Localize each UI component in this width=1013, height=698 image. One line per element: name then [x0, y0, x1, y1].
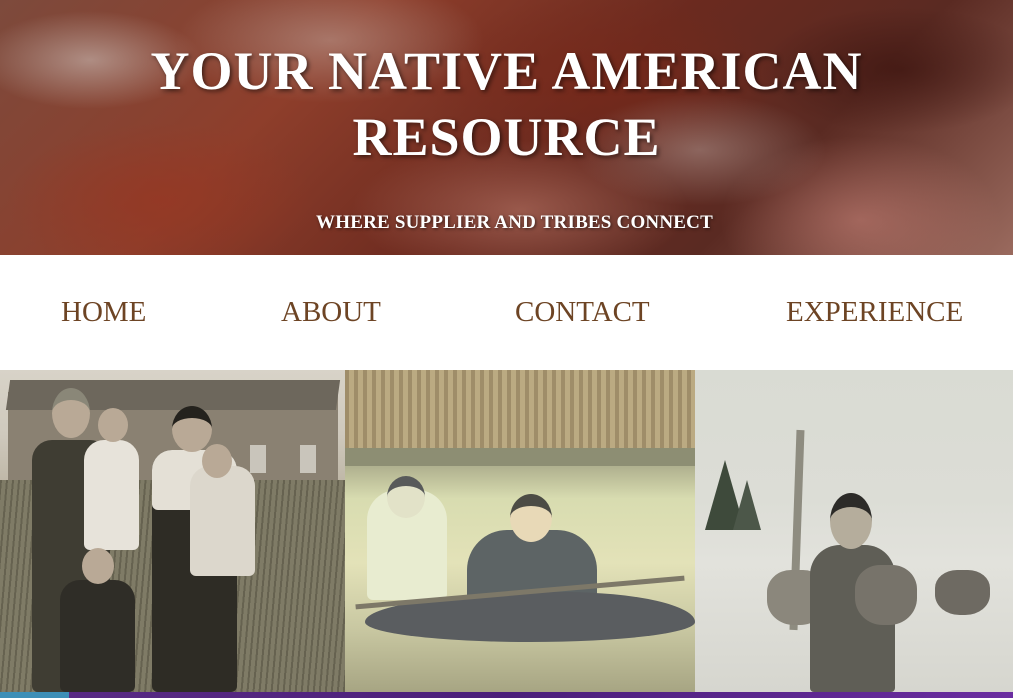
site-title-line-2: RESOURCE: [352, 107, 661, 167]
hero-banner: YOUR NATIVE AMERICAN RESOURCE WHERE SUPP…: [0, 0, 1013, 255]
husky-dog: [935, 570, 990, 615]
chat-widget-tab[interactable]: [0, 692, 69, 698]
baby-head: [98, 408, 128, 442]
photo-gallery: [0, 370, 1013, 692]
house-window: [250, 445, 266, 473]
infant-figure: [190, 466, 255, 576]
footer-bar: [0, 692, 1013, 698]
treeline: [345, 370, 695, 450]
baby-figure: [84, 440, 139, 550]
man-head: [830, 493, 872, 549]
family-photo: [0, 370, 345, 692]
mother-head: [172, 406, 212, 452]
child-figure: [60, 580, 135, 692]
father-head: [52, 388, 90, 438]
nav-link-experience[interactable]: EXPERIENCE: [786, 295, 963, 329]
woman-head: [510, 494, 552, 542]
site-tagline: WHERE SUPPLIER AND TRIBES CONNECT: [316, 212, 713, 233]
child-head: [82, 548, 114, 584]
site-title-line-1: YOUR NATIVE AMERICAN: [150, 41, 863, 101]
main-navigation: HOME ABOUT CONTACT EXPERIENCE: [0, 255, 1013, 370]
paddler-head: [387, 476, 425, 518]
kayak-photo: [345, 370, 695, 692]
nav-link-contact[interactable]: CONTACT: [515, 295, 650, 329]
site-title: YOUR NATIVE AMERICAN RESOURCE: [0, 38, 1013, 170]
nav-link-about[interactable]: ABOUT: [281, 295, 381, 329]
husky-dog: [855, 565, 917, 625]
nav-link-home[interactable]: HOME: [61, 295, 146, 329]
house-window: [300, 445, 316, 473]
sled-dogs-photo: [695, 370, 1013, 692]
infant-head: [202, 444, 232, 478]
shoreline: [345, 448, 695, 466]
